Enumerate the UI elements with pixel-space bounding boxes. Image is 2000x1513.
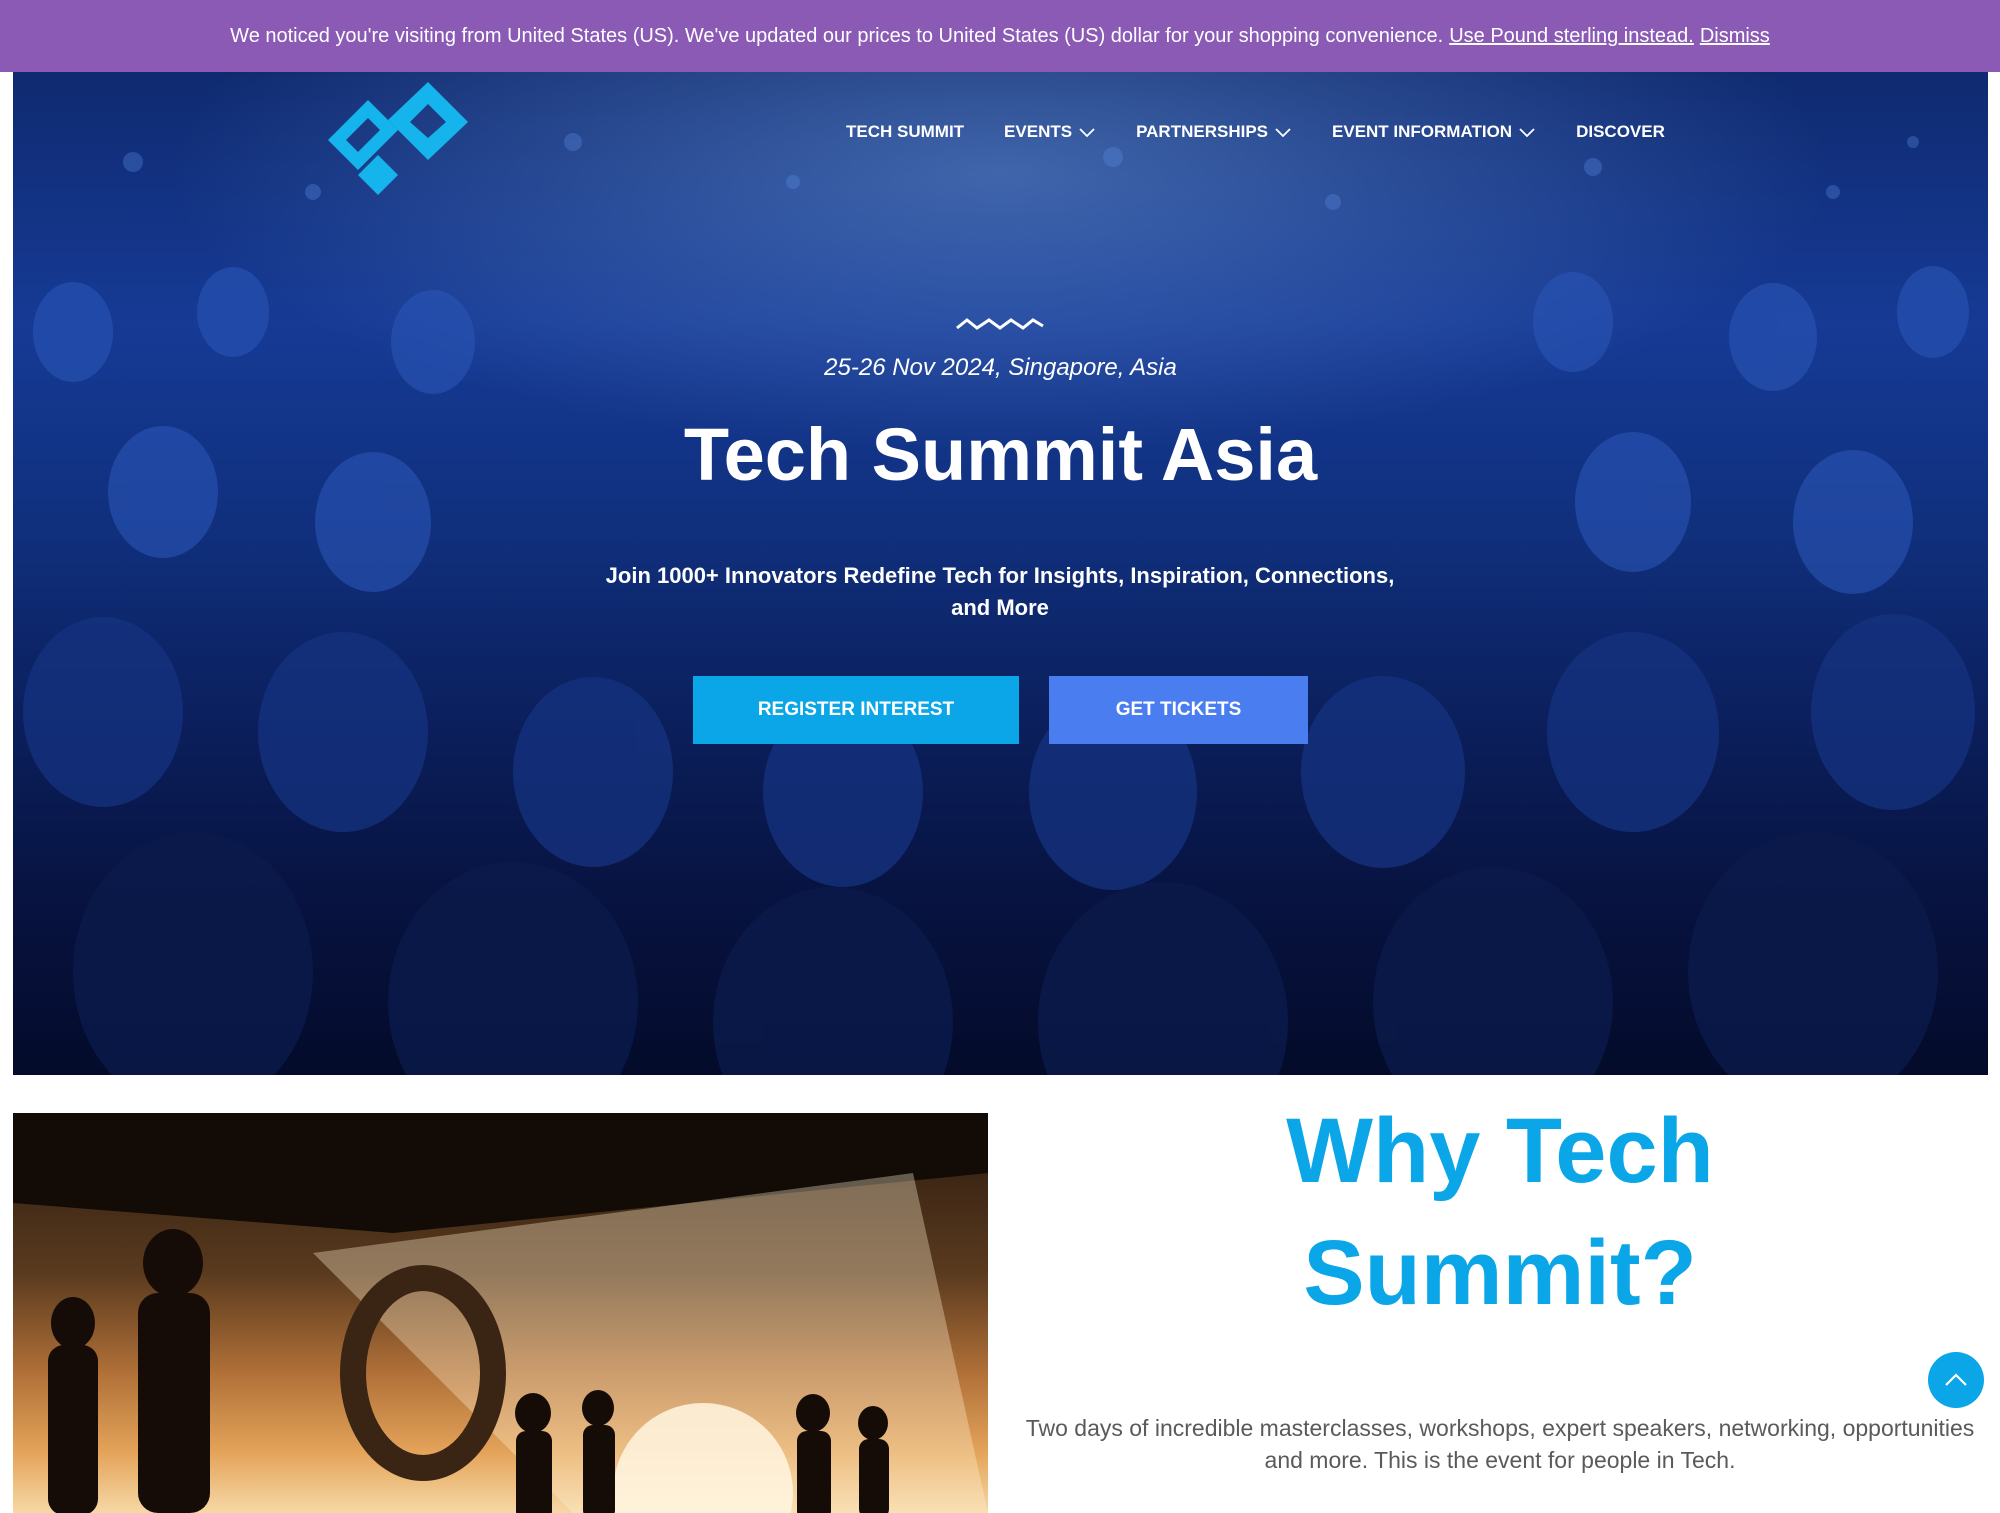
chevron-down-icon [1519, 128, 1535, 138]
wave-divider-icon [956, 318, 1044, 330]
why-heading-line1: Why Tech [1286, 1100, 1714, 1202]
currency-notice-bar: We noticed you're visiting from United S… [0, 0, 2000, 72]
nav-discover[interactable]: DISCOVER [1576, 122, 1665, 142]
hero-section: TECH SUMMIT EVENTS PARTNERSHIPS EVENT IN… [13, 72, 1988, 1075]
nav-event-information[interactable]: EVENT INFORMATION [1332, 122, 1536, 142]
main-navigation: TECH SUMMIT EVENTS PARTNERSHIPS EVENT IN… [846, 108, 1665, 156]
why-heading-line2: Summit? [1303, 1222, 1697, 1324]
nav-item-label: TECH SUMMIT [846, 122, 965, 141]
nav-item-label: EVENT INFORMATION [1332, 122, 1513, 141]
chevron-down-icon [1275, 128, 1291, 138]
nav-item-label: EVENTS [1004, 122, 1073, 141]
chevron-up-icon [1945, 1373, 1967, 1386]
brand-logo-icon[interactable] [318, 80, 488, 195]
hero-subtitle: Join 1000+ Innovators Redefine Tech for … [605, 563, 1395, 620]
venue-illustration [13, 1113, 988, 1513]
chevron-down-icon [1079, 128, 1095, 138]
why-heading: Why Tech Summit? [1010, 1090, 1990, 1334]
scroll-to-top-button[interactable] [1928, 1352, 1984, 1408]
nav-item-label: PARTNERSHIPS [1136, 122, 1269, 141]
nav-item-label: DISCOVER [1576, 122, 1665, 141]
nav-events[interactable]: EVENTS [1004, 122, 1096, 142]
register-interest-button[interactable]: REGISTER INTEREST [693, 676, 1019, 744]
nav-partnerships[interactable]: PARTNERSHIPS [1136, 122, 1292, 142]
nav-tech-summit[interactable]: TECH SUMMIT [846, 122, 964, 142]
notice-message: We noticed you're visiting from United S… [230, 24, 1444, 47]
use-pound-sterling-link[interactable]: Use Pound sterling instead. [1449, 25, 1694, 48]
hero-title: Tech Summit Asia [683, 413, 1318, 496]
venue-photo [13, 1113, 988, 1513]
why-description: Two days of incredible masterclasses, wo… [1025, 1415, 1975, 1473]
event-date-location: 25-26 Nov 2024, Singapore, Asia [824, 354, 1177, 381]
dismiss-link[interactable]: Dismiss [1700, 25, 1770, 48]
get-tickets-button[interactable]: GET TICKETS [1049, 676, 1308, 744]
